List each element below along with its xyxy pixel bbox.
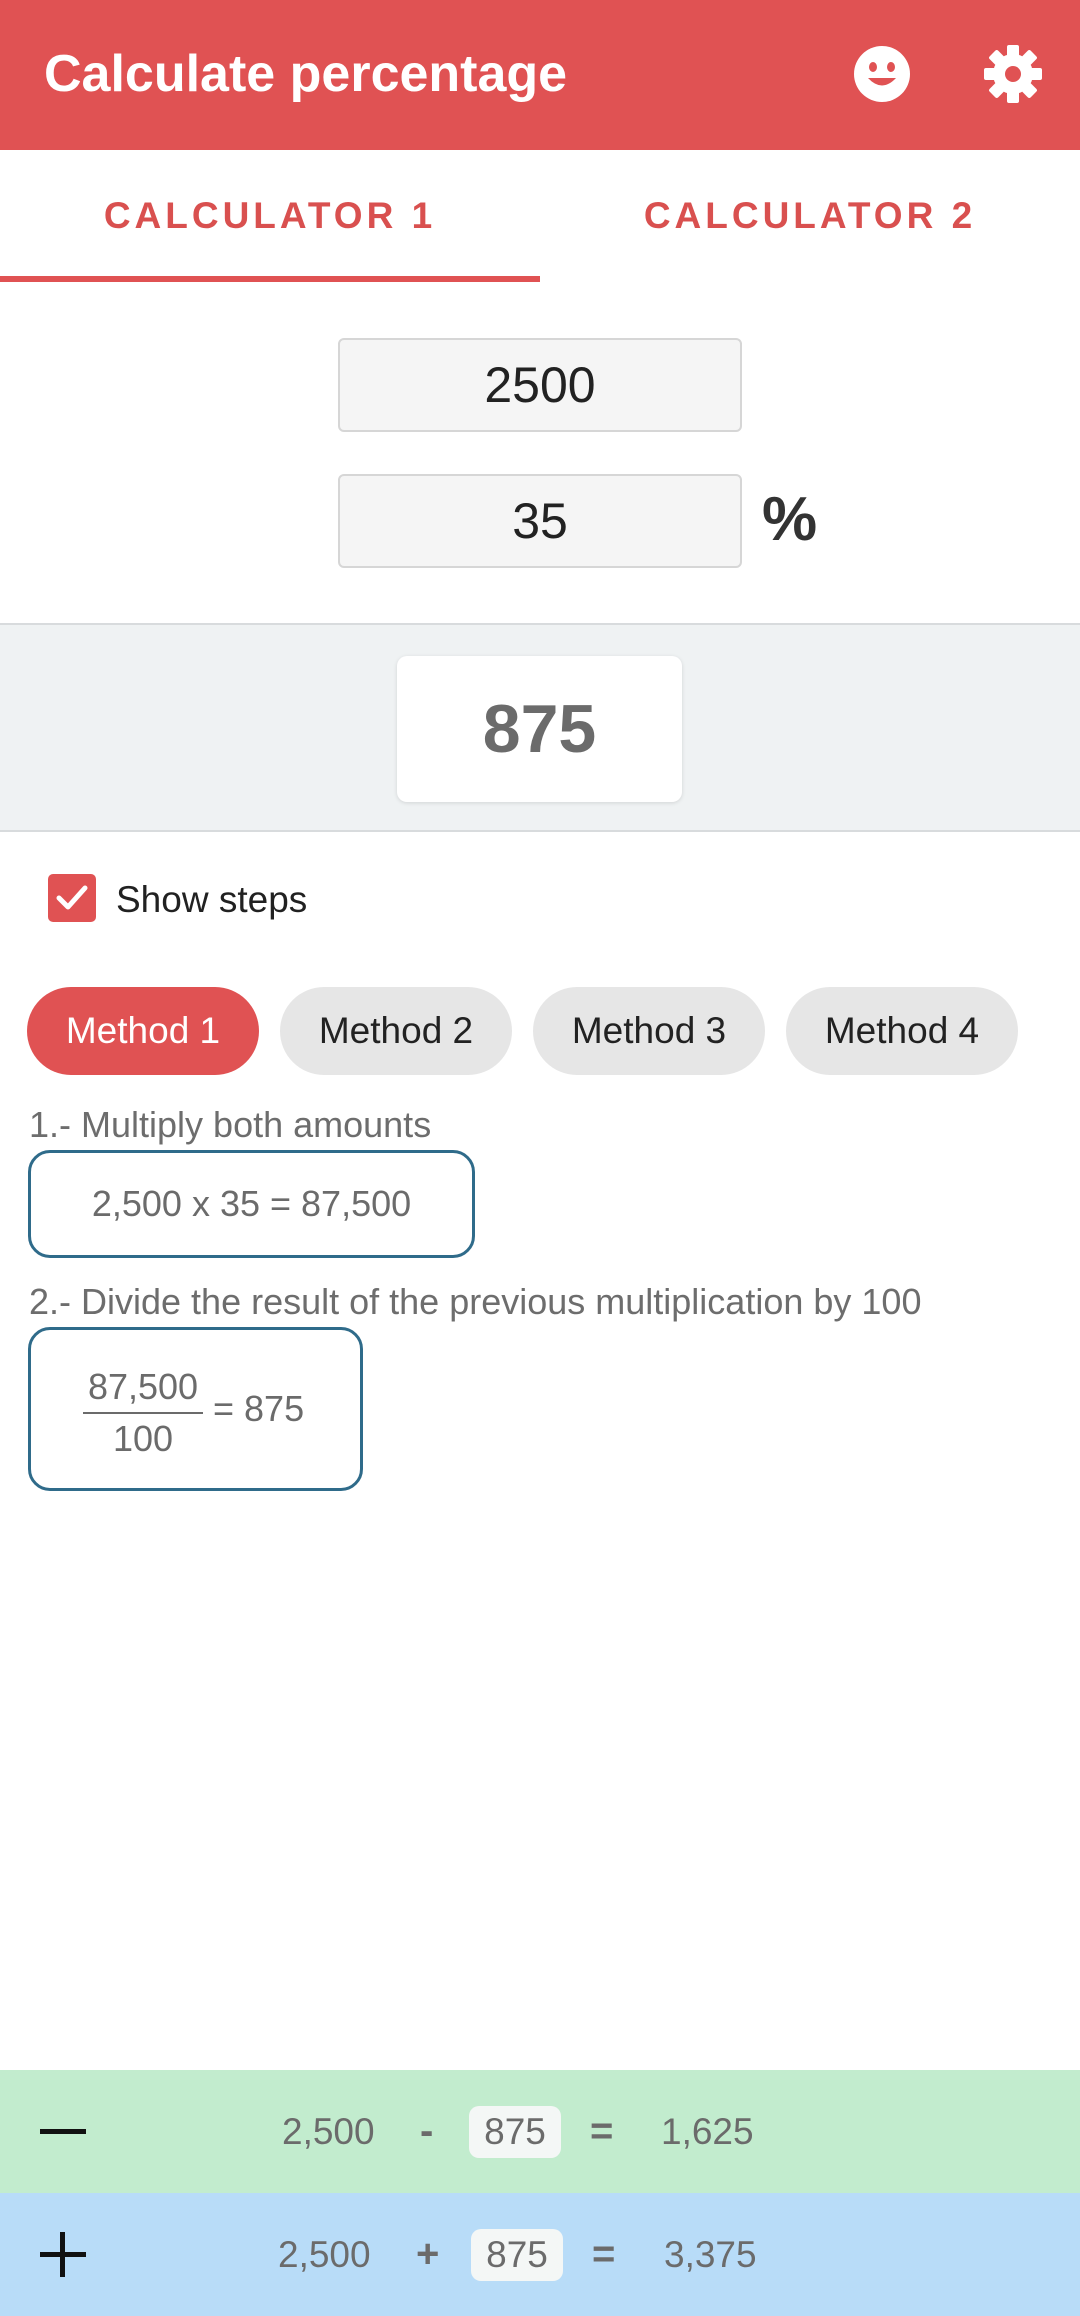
show-steps-checkbox[interactable] bbox=[48, 874, 96, 922]
method-1-button[interactable]: Method 1 bbox=[27, 987, 259, 1075]
tab-calculator-1[interactable]: CALCULATOR 1 bbox=[0, 150, 540, 282]
tab-bar: CALCULATOR 1 CALCULATOR 2 bbox=[0, 150, 1080, 282]
subtract-operator: - bbox=[420, 2109, 434, 2153]
method-2-button[interactable]: Method 2 bbox=[280, 987, 512, 1075]
add-result: 3,375 bbox=[664, 2233, 757, 2275]
subtract-equals: = bbox=[590, 2109, 614, 2153]
tab-calculator-2[interactable]: CALCULATOR 2 bbox=[540, 150, 1080, 282]
step-1-text: 1.- Multiply both amounts bbox=[29, 1104, 432, 1145]
tab-indicator bbox=[0, 276, 540, 282]
step-1-formula: 2,500 x 35 = 87,500 bbox=[28, 1150, 475, 1258]
minus-icon bbox=[40, 2129, 86, 2134]
result-value: 875 bbox=[397, 656, 682, 802]
add-row: 2,500 + 875 = 3,375 bbox=[0, 2193, 1080, 2316]
method-3-button[interactable]: Method 3 bbox=[533, 987, 765, 1075]
fraction: 87,500 100 bbox=[83, 1366, 203, 1460]
gear-icon[interactable] bbox=[982, 43, 1044, 105]
fraction-denominator: 100 bbox=[112, 1418, 174, 1459]
percent-symbol: % bbox=[762, 485, 818, 554]
step-2-formula: 87,500 100 = 875 bbox=[28, 1327, 363, 1491]
percent-input[interactable]: 35 bbox=[338, 474, 742, 568]
add-amount: 875 bbox=[471, 2229, 563, 2281]
fraction-bar bbox=[83, 1412, 203, 1414]
check-icon bbox=[56, 885, 88, 910]
fraction-numerator: 87,500 bbox=[87, 1366, 199, 1407]
step-2-text: 2.- Divide the result of the previous mu… bbox=[29, 1281, 922, 1322]
add-equals: = bbox=[592, 2232, 616, 2276]
subtract-base: 2,500 bbox=[282, 2110, 375, 2152]
plus-icon bbox=[40, 2232, 86, 2277]
app-title: Calculate percentage bbox=[44, 45, 568, 103]
amount-input[interactable]: 2500 bbox=[338, 338, 742, 432]
step-2-result: = 875 bbox=[213, 1388, 305, 1429]
subtract-result: 1,625 bbox=[661, 2110, 754, 2152]
step-1-formula-text: 2,500 x 35 = 87,500 bbox=[91, 1183, 412, 1224]
smiley-icon[interactable] bbox=[851, 43, 913, 105]
method-4-button[interactable]: Method 4 bbox=[786, 987, 1018, 1075]
subtract-row: 2,500 - 875 = 1,625 bbox=[0, 2070, 1080, 2193]
app-bar: Calculate percentage bbox=[0, 0, 1080, 150]
add-operator: + bbox=[416, 2232, 440, 2276]
subtract-amount: 875 bbox=[469, 2106, 561, 2158]
show-steps-label[interactable]: Show steps bbox=[116, 878, 307, 922]
add-base: 2,500 bbox=[278, 2233, 371, 2275]
